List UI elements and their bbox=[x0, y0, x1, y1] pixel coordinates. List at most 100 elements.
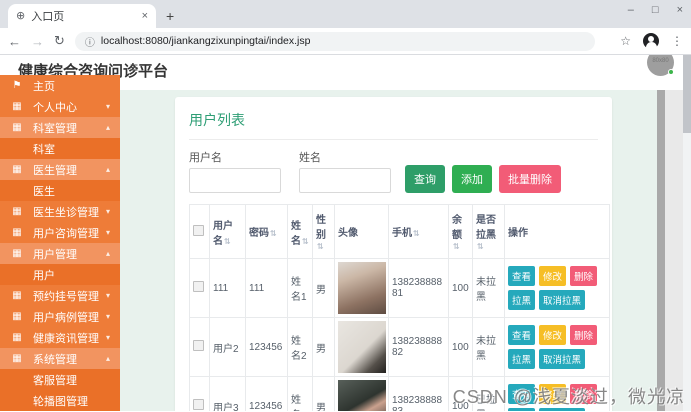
row-checkbox[interactable] bbox=[193, 281, 204, 292]
sidebar-item-label: 用户咨询管理 bbox=[33, 227, 99, 240]
browser-tab[interactable]: ⊕ 入口页 × bbox=[8, 4, 156, 28]
username-filter-label: 用户名 bbox=[189, 152, 222, 164]
bookmark-star-icon[interactable]: ☆ bbox=[620, 34, 631, 48]
window-close-icon[interactable]: × bbox=[677, 4, 683, 16]
sidebar-item-label: 用户病例管理 bbox=[33, 311, 99, 324]
column-header[interactable]: 姓名⇅ bbox=[287, 204, 313, 259]
sidebar-item-6[interactable]: ▦ 医生坐诊管理 ▾ bbox=[0, 201, 120, 222]
forward-icon[interactable]: → bbox=[31, 34, 44, 49]
sidebar-item-label: 轮播图管理 bbox=[33, 395, 88, 408]
del-button[interactable]: 删除 bbox=[570, 325, 598, 345]
sidebar-item-10[interactable]: ▦ 预约挂号管理 ▾ bbox=[0, 285, 120, 306]
reload-icon[interactable]: ↻ bbox=[54, 33, 65, 49]
sidebar-item-9[interactable]: 用户 bbox=[0, 264, 120, 285]
edit-button[interactable]: 修改 bbox=[539, 325, 567, 345]
sidebar-item-label: 医生管理 bbox=[33, 164, 77, 177]
sort-icon[interactable]: ⇅ bbox=[317, 242, 324, 251]
filter-bar: 用户名 姓名 查询 添加 批量删除 bbox=[189, 149, 598, 193]
new-tab-button[interactable]: + bbox=[166, 8, 174, 24]
sidebar-item-7[interactable]: ▦ 用户咨询管理 ▾ bbox=[0, 222, 120, 243]
cell-balance: 100 bbox=[448, 258, 473, 318]
name-filter-input[interactable] bbox=[299, 168, 391, 193]
sidebar-item-0[interactable]: ⚑ 主页 bbox=[0, 75, 120, 96]
back-icon[interactable]: ← bbox=[8, 34, 21, 49]
sidebar-item-4[interactable]: ▦ 医生管理 ▴ bbox=[0, 159, 120, 180]
column-header[interactable]: 用户名⇅ bbox=[209, 204, 246, 259]
sidebar-item-2[interactable]: ▦ 科室管理 ▴ bbox=[0, 117, 120, 138]
view-button[interactable]: 查看 bbox=[508, 266, 536, 286]
column-header: 操作 bbox=[504, 204, 610, 259]
sidebar-item-14[interactable]: 客服管理 bbox=[0, 369, 120, 390]
url-text: localhost:8080/jiankangzixunpingtai/inde… bbox=[100, 35, 311, 47]
column-header[interactable]: 性别⇅ bbox=[312, 204, 335, 259]
sidebar-item-3[interactable]: 科室 bbox=[0, 138, 120, 159]
del-button[interactable]: 删除 bbox=[570, 266, 598, 286]
sidebar-item-label: 主页 bbox=[33, 80, 55, 93]
sidebar-item-label: 预约挂号管理 bbox=[33, 290, 99, 303]
table-row: 用户2 123456 姓名2 男 13823888882 100 未拉黑 查看 修改 删除 拉黑 取消… bbox=[189, 317, 610, 377]
black-button[interactable]: 拉黑 bbox=[508, 349, 536, 369]
user-avatar[interactable]: 80x80 bbox=[647, 55, 674, 76]
cell-blacklisted: 未拉黑 bbox=[472, 258, 505, 318]
sidebar-item-11[interactable]: ▦ 用户病例管理 ▾ bbox=[0, 306, 120, 327]
page-info-icon[interactable]: ⓘ bbox=[85, 34, 95, 49]
browser-profile-icon[interactable] bbox=[643, 33, 659, 49]
unblack-button[interactable]: 取消拉黑 bbox=[539, 349, 586, 369]
caret-icon: ▾ bbox=[105, 102, 110, 111]
sort-icon[interactable]: ⇅ bbox=[477, 242, 484, 251]
caret-icon: ▾ bbox=[105, 312, 110, 321]
sort-icon[interactable]: ⇅ bbox=[224, 237, 231, 246]
browser-menu-icon[interactable]: ⋮ bbox=[671, 34, 683, 48]
sort-icon[interactable]: ⇅ bbox=[302, 237, 309, 246]
username-filter-input[interactable] bbox=[189, 168, 281, 193]
column-header[interactable]: 手机⇅ bbox=[388, 204, 449, 259]
grid-icon: ▦ bbox=[12, 332, 22, 343]
address-bar[interactable]: ⓘ localhost:8080/jiankangzixunpingtai/in… bbox=[74, 31, 595, 51]
column-header[interactable]: 是否拉黑⇅ bbox=[472, 204, 505, 259]
row-checkbox[interactable] bbox=[193, 340, 204, 351]
user-list-card: 用户列表 用户名 姓名 查询 添加 批量删除 用户名⇅ 密码⇅ 姓名⇅ 性别⇅ … bbox=[175, 97, 612, 411]
row-checkbox[interactable] bbox=[193, 399, 204, 410]
sidebar-item-1[interactable]: ▦ 个人中心 ▾ bbox=[0, 96, 120, 117]
unblack-button[interactable]: 取消拉黑 bbox=[539, 290, 586, 310]
window-maximize-icon[interactable]: □ bbox=[652, 4, 659, 16]
caret-icon: ▾ bbox=[105, 333, 110, 342]
grid-icon: ▦ bbox=[12, 248, 22, 259]
row-actions: 查看修改删除拉黑取消拉黑 bbox=[508, 266, 606, 310]
sidebar-item-13[interactable]: ▦ 系统管理 ▴ bbox=[0, 348, 120, 369]
sidebar-item-12[interactable]: ▦ 健康资讯管理 ▾ bbox=[0, 327, 120, 348]
add-button[interactable]: 添加 bbox=[452, 165, 492, 193]
sort-icon[interactable]: ⇅ bbox=[453, 242, 460, 251]
user-avatar-photo bbox=[338, 262, 386, 314]
cell-gender: 男 bbox=[312, 317, 335, 377]
grid-icon: ▦ bbox=[12, 227, 22, 238]
edit-button[interactable]: 修改 bbox=[539, 266, 567, 286]
black-button[interactable]: 拉黑 bbox=[508, 290, 536, 310]
hamburger-menu-icon[interactable]: ≡ bbox=[130, 59, 138, 75]
sidebar-item-label: 用户管理 bbox=[33, 248, 77, 261]
select-all-checkbox[interactable] bbox=[193, 224, 204, 236]
cell-name: 姓名3 bbox=[287, 376, 313, 411]
sort-icon[interactable]: ⇅ bbox=[413, 229, 420, 238]
view-button[interactable]: 查看 bbox=[508, 325, 536, 345]
page-right-gutter bbox=[665, 90, 683, 411]
user-table: 用户名⇅ 密码⇅ 姓名⇅ 性别⇅ 头像 手机⇅ 余额⇅ 是否拉黑⇅ 操作 111 111 姓名1 男 1… bbox=[189, 204, 610, 411]
query-button[interactable]: 查询 bbox=[405, 165, 445, 193]
cell-gender: 男 bbox=[312, 258, 335, 318]
inner-scrollbar-thumb[interactable] bbox=[657, 90, 665, 411]
sort-icon[interactable]: ⇅ bbox=[270, 229, 277, 238]
browser-scrollbar-thumb[interactable] bbox=[683, 55, 691, 133]
column-header[interactable]: 密码⇅ bbox=[245, 204, 288, 259]
batch-delete-button[interactable]: 批量删除 bbox=[499, 165, 561, 193]
column-header[interactable]: 余额⇅ bbox=[448, 204, 473, 259]
browser-scrollbar[interactable] bbox=[683, 55, 691, 411]
caret-icon: ▾ bbox=[105, 228, 110, 237]
page-inner-scrollbar[interactable] bbox=[657, 90, 665, 411]
table-header-row: 用户名⇅ 密码⇅ 姓名⇅ 性别⇅ 头像 手机⇅ 余额⇅ 是否拉黑⇅ 操作 bbox=[189, 204, 610, 259]
tab-close-icon[interactable]: × bbox=[142, 10, 148, 22]
sidebar-item-5[interactable]: 医生 bbox=[0, 180, 120, 201]
window-minimize-icon[interactable]: – bbox=[628, 4, 634, 16]
sidebar-item-8[interactable]: ▦ 用户管理 ▴ bbox=[0, 243, 120, 264]
sidebar-item-15[interactable]: 轮播图管理 bbox=[0, 390, 120, 411]
grid-icon: ▦ bbox=[12, 122, 22, 133]
